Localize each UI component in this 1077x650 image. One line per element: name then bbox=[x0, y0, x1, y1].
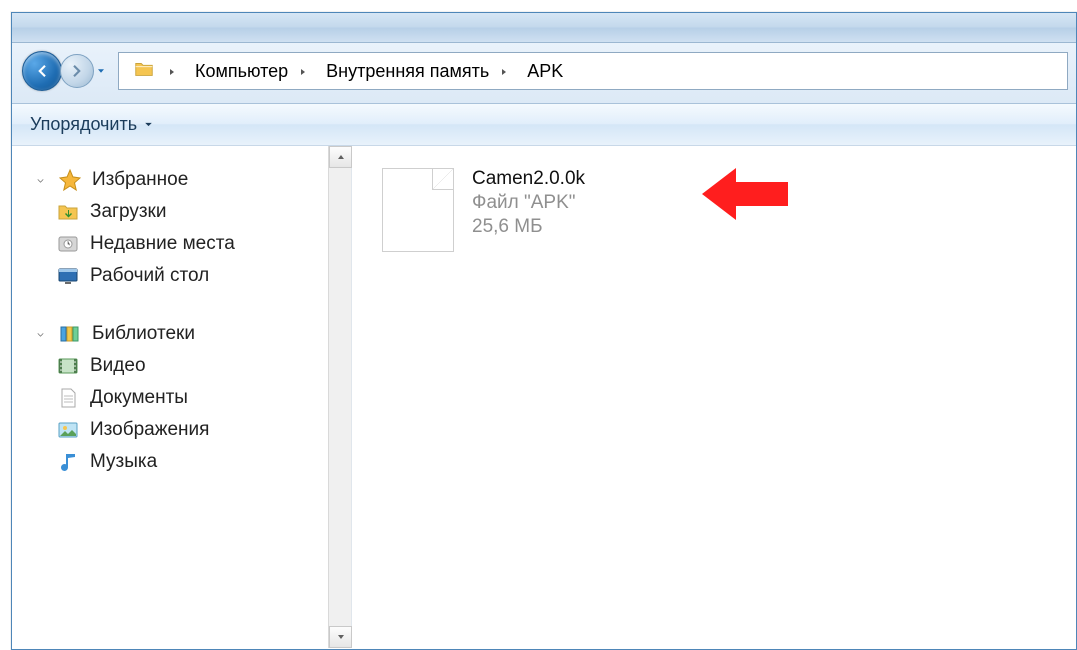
expand-toggle-icon[interactable] bbox=[32, 326, 48, 342]
chevron-right-icon bbox=[298, 61, 308, 82]
forward-button[interactable] bbox=[60, 54, 94, 88]
video-icon bbox=[56, 354, 80, 378]
nav-label: Загрузки bbox=[90, 201, 166, 223]
organize-button[interactable]: Упорядочить bbox=[26, 112, 158, 137]
scroll-down-button[interactable] bbox=[329, 626, 352, 648]
nav-documents[interactable]: Документы bbox=[56, 382, 351, 414]
breadcrumb-label: Компьютер bbox=[195, 61, 288, 82]
file-meta: Camen2.0.0k Файл "APK" 25,6 МБ bbox=[472, 168, 585, 238]
nav-label: Избранное bbox=[92, 169, 188, 191]
file-name: Camen2.0.0k bbox=[472, 168, 585, 190]
pictures-icon bbox=[56, 418, 80, 442]
breadcrumb-segment-0[interactable]: Компьютер bbox=[187, 53, 316, 89]
explorer-body: Избранное Загрузки Недавние места Рабочи… bbox=[12, 146, 1076, 648]
libraries-icon bbox=[58, 322, 82, 346]
nav-scrollbar[interactable] bbox=[328, 146, 351, 648]
chevron-right-icon bbox=[167, 61, 177, 82]
nav-music[interactable]: Музыка bbox=[56, 446, 351, 478]
desktop-icon bbox=[56, 264, 80, 288]
breadcrumb-segment-1[interactable]: Внутренняя память bbox=[318, 53, 517, 89]
breadcrumb-label: Внутренняя память bbox=[326, 61, 489, 82]
breadcrumb-segment-2[interactable]: APK bbox=[519, 53, 571, 89]
breadcrumb-root[interactable] bbox=[123, 53, 185, 89]
expand-toggle-icon[interactable] bbox=[32, 172, 48, 188]
scroll-up-button[interactable] bbox=[329, 146, 352, 168]
folder-download-icon bbox=[56, 200, 80, 224]
nav-label: Документы bbox=[90, 387, 188, 409]
nav-recent[interactable]: Недавние места bbox=[56, 228, 351, 260]
breadcrumb-label: APK bbox=[527, 61, 563, 82]
organize-label: Упорядочить bbox=[30, 114, 137, 135]
nav-favorites[interactable]: Избранное bbox=[32, 164, 351, 196]
window-titlebar[interactable] bbox=[12, 13, 1076, 43]
nav-desktop[interactable]: Рабочий стол bbox=[56, 260, 351, 292]
recent-places-icon bbox=[56, 232, 80, 256]
chevron-right-icon bbox=[499, 61, 509, 82]
file-size: 25,6 МБ bbox=[472, 216, 585, 238]
annotation-arrow-icon bbox=[702, 164, 788, 229]
nav-libraries[interactable]: Библиотеки bbox=[32, 318, 351, 350]
breadcrumb-bar[interactable]: Компьютер Внутренняя память APK bbox=[118, 52, 1068, 90]
back-button[interactable] bbox=[22, 51, 62, 91]
toolbar: Упорядочить bbox=[12, 104, 1076, 146]
nav-history-dropdown-icon[interactable] bbox=[92, 56, 110, 86]
nav-buttons bbox=[22, 51, 110, 91]
explorer-window: Компьютер Внутренняя память APK Упорядоч… bbox=[11, 12, 1077, 650]
nav-label: Недавние места bbox=[90, 233, 235, 255]
file-type: Файл "APK" bbox=[472, 192, 585, 214]
star-icon bbox=[58, 168, 82, 192]
nav-label: Видео bbox=[90, 355, 146, 377]
navigation-pane: Избранное Загрузки Недавние места Рабочи… bbox=[12, 146, 352, 648]
nav-pictures[interactable]: Изображения bbox=[56, 414, 351, 446]
music-icon bbox=[56, 450, 80, 474]
file-icon bbox=[382, 168, 454, 252]
nav-label: Изображения bbox=[90, 419, 209, 441]
file-list-area[interactable]: Camen2.0.0k Файл "APK" 25,6 МБ bbox=[352, 146, 1076, 648]
nav-label: Рабочий стол bbox=[90, 265, 209, 287]
address-bar-row: Компьютер Внутренняя память APK bbox=[12, 43, 1076, 104]
nav-label: Музыка bbox=[90, 451, 157, 473]
document-icon bbox=[56, 386, 80, 410]
nav-downloads[interactable]: Загрузки bbox=[56, 196, 351, 228]
folder-icon bbox=[131, 58, 157, 85]
nav-video[interactable]: Видео bbox=[56, 350, 351, 382]
nav-label: Библиотеки bbox=[92, 323, 195, 345]
chevron-down-icon bbox=[143, 119, 154, 130]
